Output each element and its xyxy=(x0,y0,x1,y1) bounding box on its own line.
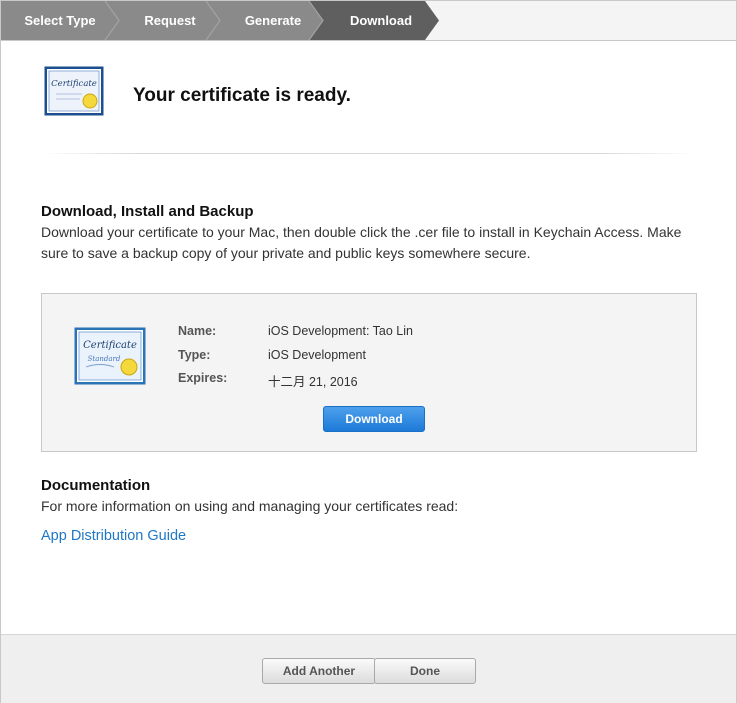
step-download-active: Download xyxy=(349,13,413,28)
cert-name-label: Name: xyxy=(178,324,217,338)
footer-bar: Add Another Done xyxy=(1,634,736,703)
page-title: Your certificate is ready. xyxy=(133,85,351,106)
download-button[interactable]: Download xyxy=(323,406,425,432)
app-distribution-guide-link[interactable]: App Distribution Guide xyxy=(41,528,186,544)
done-button[interactable]: Done xyxy=(374,658,476,684)
download-section-heading: Download, Install and Backup xyxy=(41,203,254,220)
certificate-wizard-window: Select Type Request Generate Download Ce… xyxy=(0,0,737,703)
certificate-icon: Certificate xyxy=(44,66,104,116)
cert-type-value: iOS Development xyxy=(268,348,366,362)
step-breadcrumb: Select Type Request Generate Download xyxy=(1,1,736,41)
svg-text:Standard: Standard xyxy=(88,355,121,363)
certificate-icon-large: Certificate Standard xyxy=(74,327,146,385)
divider xyxy=(41,153,697,154)
svg-text:Certificate: Certificate xyxy=(51,79,97,89)
certificate-details-box: Certificate Standard Name: iOS Developme… xyxy=(41,293,697,452)
cert-name-value: iOS Development: Tao Lin xyxy=(268,324,413,338)
add-another-button[interactable]: Add Another xyxy=(262,658,376,684)
step-generate: Generate xyxy=(244,13,302,28)
documentation-heading: Documentation xyxy=(41,477,151,494)
step-request: Request xyxy=(144,13,196,28)
cert-expires-value: 十二月 21, 2016 xyxy=(268,375,358,389)
documentation-body: For more information on using and managi… xyxy=(41,498,459,514)
step-select-type: Select Type xyxy=(24,13,96,28)
svg-text:Certificate: Certificate xyxy=(83,340,137,351)
cert-expires-label: Expires: xyxy=(178,371,228,385)
cert-type-label: Type: xyxy=(178,348,211,362)
download-section-body: Download your certificate to your Mac, t… xyxy=(41,224,682,261)
